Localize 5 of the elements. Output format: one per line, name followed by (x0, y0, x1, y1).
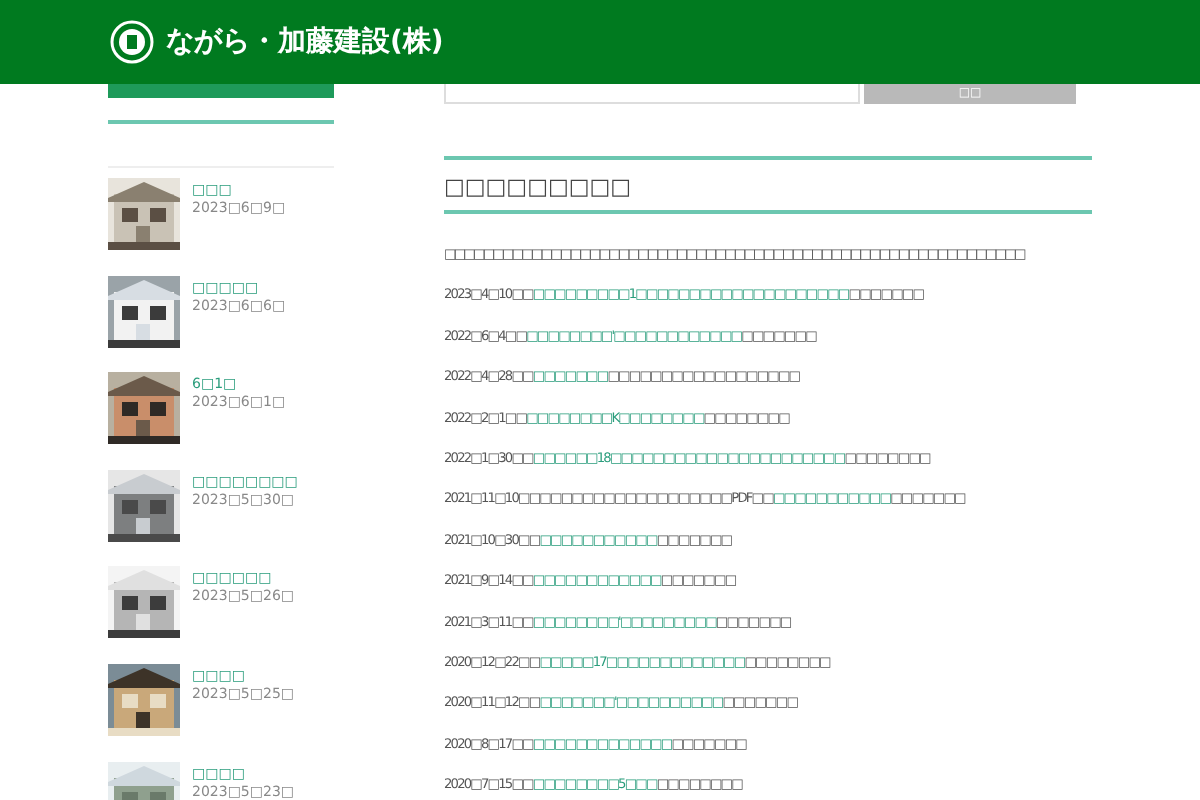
search-field[interactable] (444, 84, 860, 104)
section-heading: □□□□□□□□□ (444, 174, 634, 202)
logo-emblem-icon (110, 20, 154, 64)
sidebar-button[interactable] (108, 84, 334, 98)
logo-text[interactable]: ながら・加藤建設(株) (166, 24, 444, 60)
